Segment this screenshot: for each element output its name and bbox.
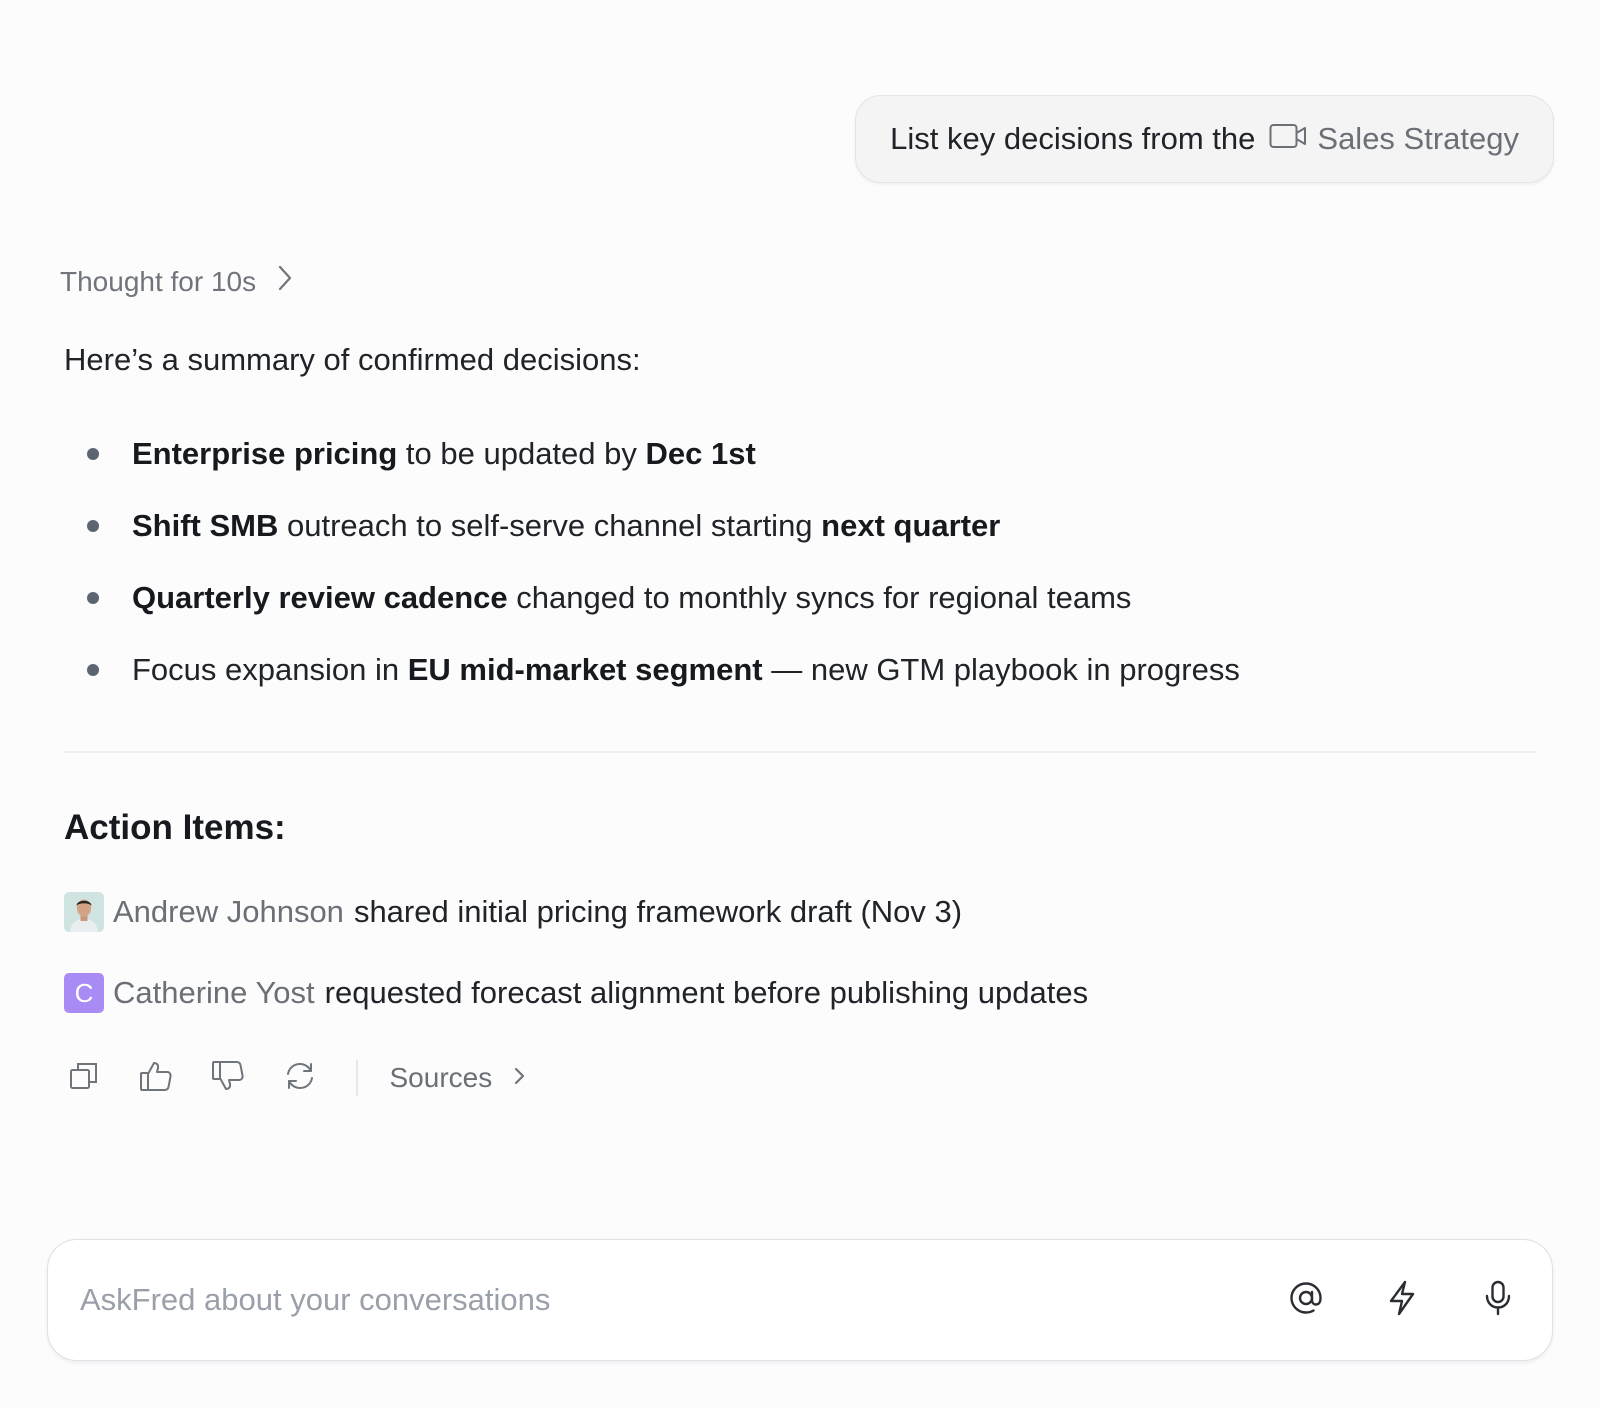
toolbar-divider bbox=[356, 1060, 358, 1096]
body-text: to be updated by bbox=[397, 436, 646, 471]
sources-button[interactable]: Sources bbox=[390, 1062, 527, 1094]
regenerate-button[interactable] bbox=[280, 1058, 320, 1098]
input-actions bbox=[1232, 1278, 1520, 1322]
response-intro: Here’s a summary of confirmed decisions: bbox=[64, 342, 641, 377]
lightning-icon bbox=[1387, 1280, 1417, 1321]
list-item: Focus expansion in EU mid-market segment… bbox=[64, 652, 1560, 724]
list-item: Quarterly review cadence changed to mont… bbox=[64, 580, 1560, 652]
list-item: Shift SMB outreach to self-serve channel… bbox=[64, 508, 1560, 580]
bullet-dot bbox=[87, 592, 99, 604]
user-message-text: List key decisions from the bbox=[890, 121, 1256, 156]
copy-button[interactable] bbox=[64, 1058, 104, 1098]
bold-text: Dec 1st bbox=[645, 436, 756, 471]
thumbs-up-button[interactable] bbox=[136, 1058, 176, 1098]
bullet-dot bbox=[87, 448, 99, 460]
body-text: — new GTM playbook in progress bbox=[762, 652, 1240, 687]
thought-label: Thought for 10s bbox=[60, 265, 257, 297]
bold-text: next quarter bbox=[821, 508, 1001, 543]
at-mention-icon bbox=[1289, 1281, 1323, 1320]
meeting-chip[interactable]: Sales Strategy bbox=[1269, 121, 1519, 157]
copy-icon bbox=[69, 1061, 99, 1096]
action-item: Andrew Johnson shared initial pricing fr… bbox=[64, 892, 962, 932]
thumbs-down-button[interactable] bbox=[208, 1058, 248, 1098]
video-camera-icon bbox=[1269, 121, 1317, 157]
thumbs-up-icon bbox=[139, 1060, 173, 1097]
list-item: Enterprise pricing to be updated by Dec … bbox=[64, 436, 1560, 508]
bold-text: Enterprise pricing bbox=[132, 436, 398, 471]
decision-list: Enterprise pricing to be updated by Dec … bbox=[64, 436, 1560, 724]
action-text: shared initial pricing framework draft (… bbox=[353, 894, 963, 929]
sources-label: Sources bbox=[389, 1062, 493, 1093]
person-name[interactable]: Andrew Johnson bbox=[113, 894, 344, 930]
user-message-bubble: List key decisions from the Sales Strate… bbox=[855, 95, 1554, 183]
body-text: changed to monthly syncs for regional te… bbox=[507, 580, 1132, 615]
mention-button[interactable] bbox=[1284, 1278, 1328, 1322]
person-name[interactable]: Catherine Yost bbox=[113, 975, 315, 1011]
body-text: Focus expansion in bbox=[132, 652, 408, 687]
bold-text: EU mid-market segment bbox=[407, 652, 763, 687]
chevron-right-icon bbox=[492, 1062, 526, 1094]
chat-input-box bbox=[47, 1239, 1553, 1361]
avatar[interactable] bbox=[64, 892, 104, 932]
microphone-button[interactable] bbox=[1476, 1278, 1520, 1322]
thumbs-down-icon bbox=[211, 1060, 245, 1097]
section-divider bbox=[63, 751, 1537, 753]
body-text: outreach to self-serve channel starting bbox=[278, 508, 822, 543]
regenerate-icon bbox=[284, 1060, 316, 1097]
bullet-dot bbox=[87, 664, 99, 676]
quick-action-button[interactable] bbox=[1380, 1278, 1424, 1322]
action-items-heading: Action Items: bbox=[64, 808, 286, 847]
meeting-chip-label: Sales Strategy bbox=[1317, 121, 1519, 156]
bold-text: Quarterly review cadence bbox=[132, 580, 508, 615]
action-item: C Catherine Yost requested forecast alig… bbox=[64, 973, 1088, 1013]
chat-input[interactable] bbox=[80, 1282, 1232, 1318]
response-toolbar: Sources bbox=[64, 1058, 526, 1098]
bullet-dot bbox=[87, 520, 99, 532]
microphone-icon bbox=[1483, 1280, 1513, 1321]
chevron-right-icon bbox=[256, 265, 292, 298]
thought-toggle[interactable]: Thought for 10s bbox=[60, 265, 292, 298]
avatar[interactable]: C bbox=[64, 973, 104, 1013]
action-text: requested forecast alignment before publ… bbox=[324, 975, 1089, 1010]
bold-text: Shift SMB bbox=[132, 508, 279, 543]
